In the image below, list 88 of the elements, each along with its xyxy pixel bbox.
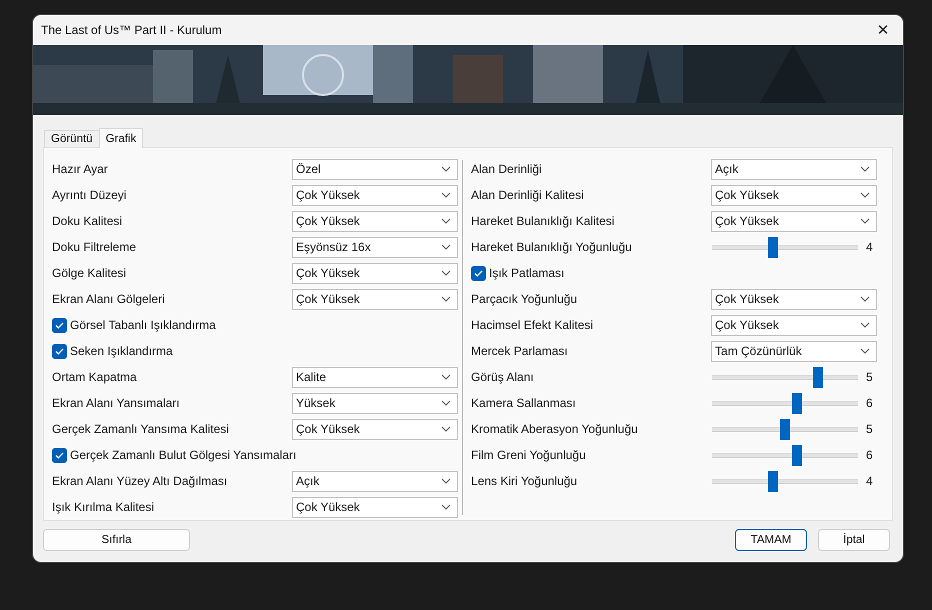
tab[interactable]: Görüntü: [44, 130, 100, 147]
dropdown[interactable]: Çok Yüksek: [292, 496, 458, 518]
dropdown[interactable]: Çok Yüksek: [292, 262, 458, 284]
checkmark-icon: [55, 452, 64, 458]
chevron-down-icon: [441, 400, 451, 406]
setting-label: Alan Derinliği Kalitesi: [471, 188, 585, 202]
setting-label: Kamera Sallanması: [471, 396, 577, 410]
dropdown[interactable]: Çok Yüksek: [711, 288, 878, 310]
chevron-down-icon: [860, 322, 870, 328]
setting-label: Ekran Alanı Yansımaları: [52, 396, 181, 410]
slider-value: 4: [866, 240, 873, 254]
slider-thumb[interactable]: [792, 444, 802, 466]
slider-thumb[interactable]: [812, 366, 823, 388]
ok-button[interactable]: TAMAM: [735, 529, 807, 551]
dropdown[interactable]: Çok Yüksek: [292, 184, 458, 206]
setting-label: Hareket Bulanıklığı Yoğunluğu: [471, 240, 633, 254]
dropdown[interactable]: Çok Yüksek: [711, 210, 878, 232]
checkbox-label: Gerçek Zamanlı Bulut Gölgesi Yansımaları: [70, 448, 298, 462]
checkmark-icon: [55, 322, 64, 328]
chevron-down-icon: [441, 218, 451, 224]
dropdown[interactable]: Özel: [292, 158, 458, 180]
setting-label: Doku Kalitesi: [52, 214, 124, 228]
setting-label: Hacimsel Efekt Kalitesi: [471, 318, 594, 332]
chevron-down-icon: [860, 166, 870, 172]
setting-label: Doku Filtreleme: [52, 240, 138, 254]
setting-label: Gölge Kalitesi: [52, 266, 128, 280]
setting-label: Ekran Alanı Gölgeleri: [52, 292, 166, 306]
slider-value: 5: [866, 370, 873, 384]
chevron-down-icon: [441, 192, 451, 198]
setting-label: Film Greni Yoğunluğu: [471, 448, 587, 462]
setting-label: Gerçek Zamanlı Yansıma Kalitesi: [52, 422, 230, 436]
chevron-down-icon: [441, 374, 451, 380]
slider-thumb[interactable]: [792, 392, 802, 414]
setting-label: Lens Kiri Yoğunluğu: [471, 474, 578, 488]
setting-label: Ortam Kapatma: [52, 370, 138, 384]
setting-label: Hazır Ayar: [52, 162, 109, 176]
setting-label: Mercek Parlaması: [471, 344, 569, 358]
cancel-button[interactable]: İptal: [818, 529, 890, 551]
slider-thumb[interactable]: [780, 418, 790, 440]
dropdown[interactable]: Çok Yüksek: [711, 184, 878, 206]
slider-value: 5: [866, 422, 873, 436]
checkmark-icon: [474, 270, 484, 276]
dropdown[interactable]: Çok Yüksek: [292, 210, 458, 232]
close-button[interactable]: ✕: [863, 15, 903, 45]
setting-label: Parçacık Yoğunluğu: [471, 292, 578, 306]
slider-thumb[interactable]: [768, 236, 778, 258]
checkbox[interactable]: [52, 318, 67, 332]
chevron-down-icon: [860, 296, 870, 302]
checkbox-label: Görsel Tabanlı Işıklandırma: [70, 318, 217, 332]
dropdown[interactable]: Eşyönsüz 16x: [292, 236, 458, 258]
chevron-down-icon: [860, 192, 870, 198]
dropdown[interactable]: Yüksek: [292, 392, 458, 414]
dropdown[interactable]: Çok Yüksek: [292, 288, 458, 310]
reset-button[interactable]: Sıfırla: [43, 529, 190, 551]
dropdown[interactable]: Kalite: [292, 366, 458, 388]
slider-thumb[interactable]: [768, 470, 778, 492]
slider-value: 6: [866, 448, 873, 462]
chevron-down-icon: [441, 504, 451, 510]
checkbox[interactable]: [52, 448, 67, 462]
setting-label: Kromatik Aberasyon Yoğunluğu: [471, 422, 639, 436]
chevron-down-icon: [441, 270, 451, 276]
slider-value: 4: [866, 474, 873, 488]
chevron-down-icon: [441, 166, 451, 172]
checkbox[interactable]: [52, 344, 67, 358]
setting-label: Hareket Bulanıklığı Kalitesi: [471, 214, 616, 228]
checkbox-label: Işık Patlaması: [489, 266, 566, 280]
setting-label: Görüş Alanı: [471, 370, 535, 384]
chevron-down-icon: [441, 478, 451, 484]
window-title: The Last of Us™ Part II - Kurulum: [41, 23, 222, 37]
slider-value: 6: [866, 396, 873, 410]
chevron-down-icon: [441, 296, 451, 302]
checkbox-label: Seken Işıklandırma: [70, 344, 174, 358]
tab[interactable]: Grafik: [98, 128, 144, 148]
chevron-down-icon: [860, 218, 870, 224]
dropdown[interactable]: Tam Çözünürlük: [711, 340, 878, 362]
setting-label: Ayrıntı Düzeyi: [52, 188, 128, 202]
dropdown[interactable]: Açık: [292, 470, 458, 492]
dropdown[interactable]: Açık: [711, 158, 878, 180]
setting-label: Ekran Alanı Yüzey Altı Dağılması: [52, 474, 228, 488]
checkmark-icon: [55, 348, 64, 354]
chevron-down-icon: [441, 426, 451, 432]
setting-label: Alan Derinliği: [471, 162, 543, 176]
chevron-down-icon: [860, 348, 870, 354]
setting-label: Işık Kırılma Kalitesi: [52, 500, 156, 514]
dropdown[interactable]: Çok Yüksek: [292, 418, 458, 440]
chevron-down-icon: [441, 244, 451, 250]
dropdown[interactable]: Çok Yüksek: [711, 314, 878, 336]
checkbox[interactable]: [471, 266, 486, 280]
